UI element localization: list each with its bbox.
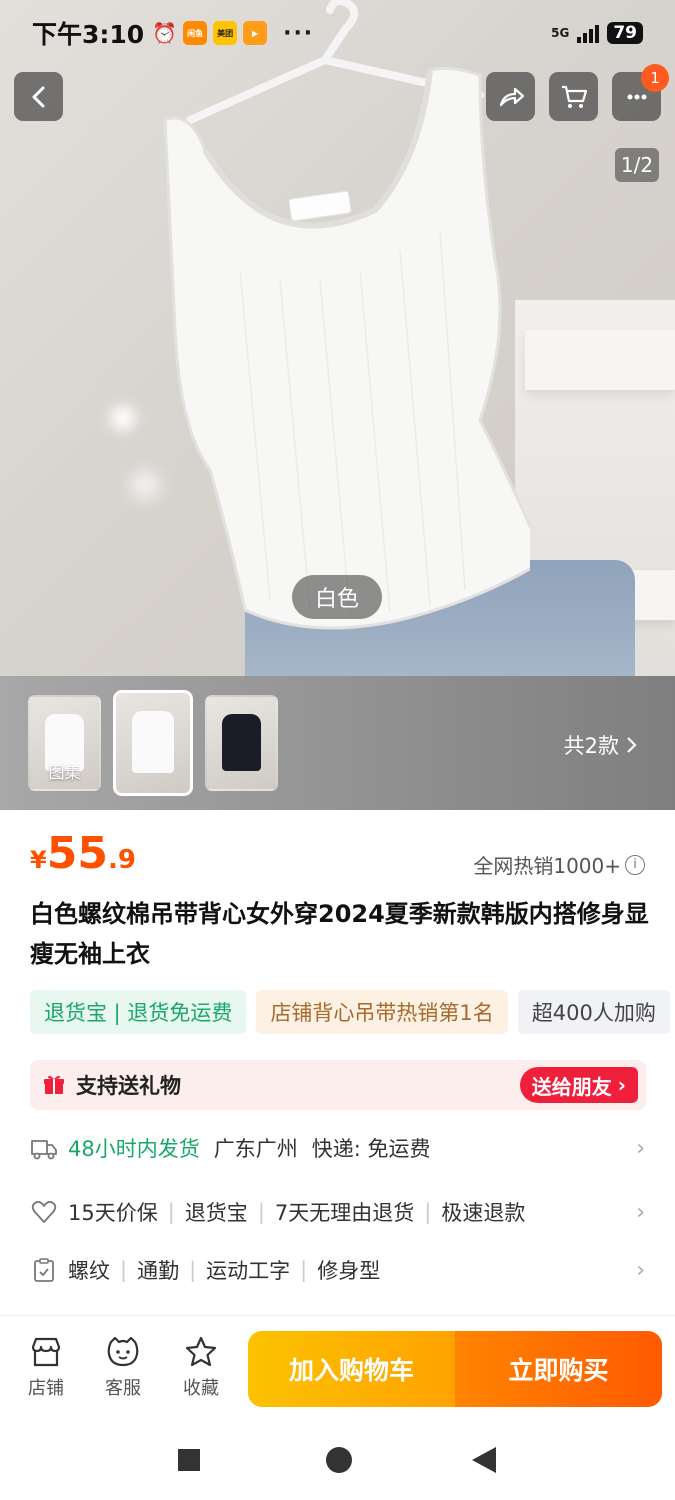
gift-text: 支持送礼物 [76,1074,181,1098]
chevron-right-icon: › [636,1135,645,1161]
divider: | [120,1258,128,1282]
tag-added-to-cart[interactable]: 超400人加购 [517,990,670,1034]
hot-sales-info[interactable]: 全网热销1000+ i [473,850,645,879]
attribute-item: 螺纹 [68,1259,110,1283]
status-right: 5G 79 [551,22,643,44]
customer-service-label: 客服 [105,1378,141,1399]
guarantee-item: 7天无理由退货 [274,1201,415,1225]
send-to-friend-button[interactable]: 送给朋友 › [519,1067,638,1103]
add-to-cart-button[interactable]: 加入购物车 [248,1331,455,1407]
more-notifications-icon: ··· [283,20,315,46]
chevron-right-icon: › [636,1199,645,1225]
divider: | [300,1258,308,1282]
info-icon: i [625,854,645,875]
alarm-icon: ⏰ [152,21,178,45]
chevron-right-icon: › [636,1257,645,1283]
all-variants-link[interactable]: 共2款 [564,730,639,760]
back-button[interactable] [14,72,63,121]
thumbnail-white[interactable] [113,690,193,796]
shipping-location: 广东广州 [213,1137,298,1161]
purchase-buttons: 加入购物车 立即购买 [248,1331,662,1407]
signal-icon [577,23,600,43]
product-info-panel: ¥ 55 .9 全网热销1000+ i 白色螺纹棉吊带背心女外穿2024夏季新款… [0,810,675,1315]
system-back-button[interactable] [472,1447,496,1473]
price-currency: ¥ [30,846,47,874]
xianyu-app-icon: 闲鱼 [183,21,208,45]
meituan-app-icon: 美团 [213,21,238,45]
message-badge: 1 [641,64,669,92]
more-button[interactable]: 1 [612,64,669,121]
divider: | [189,1258,197,1282]
shop-button[interactable]: 店铺 [16,1334,76,1400]
status-bar: 下午3:10 ⏰ 闲鱼 美团 ▶ ··· 5G 79 [0,0,675,66]
chevron-right-icon: › [617,1073,626,1097]
recent-apps-button[interactable] [178,1449,200,1471]
favorite-button[interactable]: 收藏 [171,1334,231,1400]
variants-count: 共2款 [563,734,619,758]
chevron-left-icon [32,86,44,107]
thumbnail-image [222,713,261,771]
battery-level: 79 [607,22,643,44]
customer-service-icon [107,1336,139,1367]
cart-button[interactable] [549,72,598,121]
variant-thumbnail-strip: 图集 共2款 [0,676,675,810]
attribute-item: 通勤 [137,1259,180,1283]
image-page-indicator: 1/2 [615,148,659,182]
gift-row[interactable]: 支持送礼物 送给朋友 › [30,1060,646,1110]
guarantee-row[interactable]: 15天价保 | 退货宝 | 7天无理由退货 | 极速退款 › [30,1192,645,1232]
bottom-action-bar: 店铺 客服 收藏 加入购物车 立即购买 [0,1315,675,1419]
share-icon [499,87,524,106]
star-icon [185,1336,217,1367]
guarantee-item: 退货宝 [184,1201,248,1225]
thumbnail-label: 图集 [48,763,81,782]
favorite-label: 收藏 [183,1378,219,1399]
product-title: 白色螺纹棉吊带背心女外穿2024夏季新款韩版内搭修身显瘦无袖上衣 [30,900,649,968]
attribute-item: 运动工字 [206,1259,291,1283]
heart-shield-icon [31,1201,57,1223]
gift-icon [44,1075,64,1094]
hot-sales-text: 全网热销1000+ [473,854,621,878]
price: ¥ 55 .9 [30,832,136,876]
cart-icon [561,85,587,108]
system-navigation-bar [0,1419,675,1500]
shop-label: 店铺 [28,1378,64,1399]
divider: | [424,1200,432,1224]
tags-row: 退货宝 | 退货免运费 店铺背心吊带热销第1名 超400人加购 [0,990,675,1034]
guarantee-item: 15天价保 [68,1201,158,1225]
thumbnail-image [132,711,174,773]
delivery-truck-icon [31,1140,57,1160]
network-type: 5G [551,26,570,40]
price-integer: 55 [46,828,108,879]
clipboard-icon [34,1258,54,1282]
color-variant-chip[interactable]: 白色 [292,575,382,619]
divider: | [257,1200,265,1224]
tag-return-insurance[interactable]: 退货宝 | 退货免运费 [30,990,247,1034]
status-app-icons: ⏰ 闲鱼 美团 ▶ [152,21,268,45]
thumbnail-black[interactable] [205,695,278,791]
notification-app-icon: ▶ [243,21,268,45]
attribute-item: 修身型 [317,1259,381,1283]
light-reflection [110,405,136,431]
tag-ranking[interactable]: 店铺背心吊带热销第1名 [256,990,508,1034]
customer-service-button[interactable]: 客服 [93,1334,153,1400]
home-button[interactable] [326,1447,352,1473]
background-shelf [525,330,675,390]
guarantee-item: 极速退款 [441,1201,526,1225]
shipping-time: 48小时内发货 [68,1137,200,1161]
divider: | [167,1200,175,1224]
share-button[interactable] [486,72,535,121]
attributes-row[interactable]: 螺纹 | 通勤 | 运动工字 | 修身型 › [30,1250,645,1290]
status-time: 下午3:10 [32,20,145,49]
tank-top-illustration [163,0,530,630]
price-decimal: .9 [107,845,136,875]
shipping-fee: 快递: 免运费 [311,1137,431,1161]
thumbnail-gallery[interactable]: 图集 [28,695,101,791]
shipping-row[interactable]: 48小时内发货 广东广州 快递: 免运费 › [30,1128,645,1168]
shop-icon [31,1337,61,1367]
chevron-right-icon [627,737,637,753]
buy-now-button[interactable]: 立即购买 [455,1331,662,1407]
send-to-friend-label: 送给朋友 [531,1074,612,1099]
